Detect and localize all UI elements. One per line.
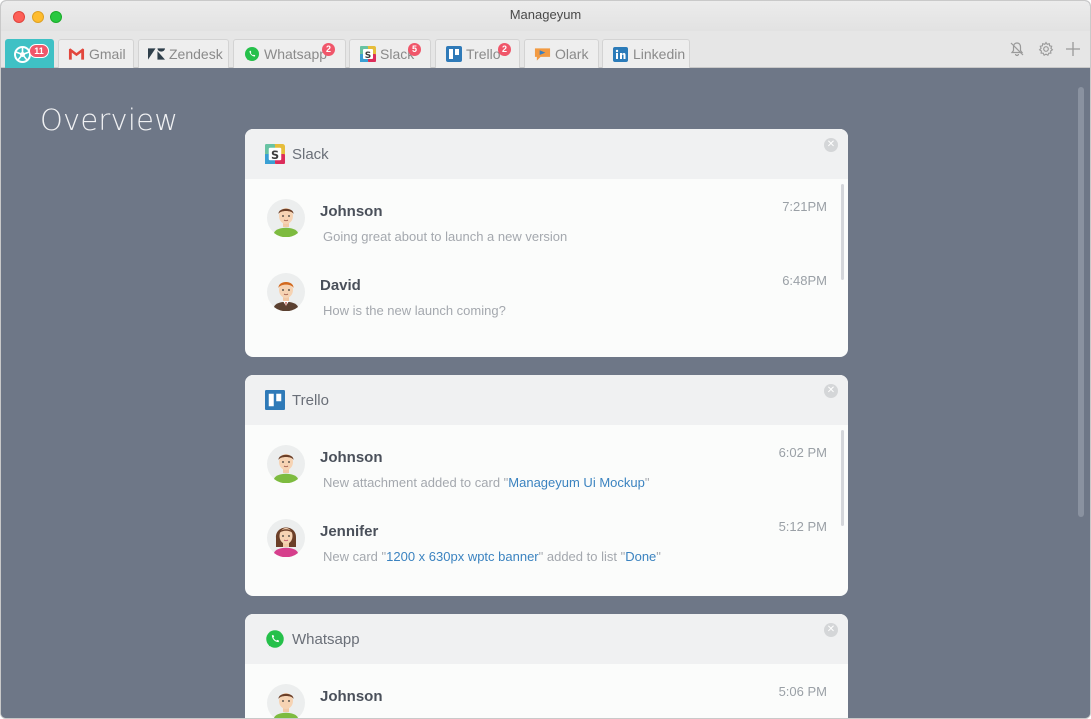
sender-name: Johnson (320, 203, 383, 220)
close-card-button[interactable]: ✕ (824, 384, 838, 398)
whatsapp-card: Whatsapp ✕ Johnson 5:06 PM (245, 614, 848, 718)
app-window: Manageyum 11 Gmail Zendesk Whatsapp 2 S … (0, 0, 1091, 719)
tab-slack[interactable]: S Slack 5 (349, 39, 431, 68)
close-card-button[interactable]: ✕ (824, 623, 838, 637)
message-item[interactable]: Johnson 5:06 PM (245, 684, 848, 718)
slack-card: S Slack ✕ Johnson Going great about to l… (245, 129, 848, 357)
message-time: 6:48PM (782, 273, 827, 288)
title-bar: Manageyum (1, 1, 1090, 31)
svg-text:S: S (364, 51, 370, 61)
tab-whatsapp[interactable]: Whatsapp 2 (233, 39, 346, 68)
message-preview: Going great about to launch a new versio… (323, 229, 567, 244)
tab-label-zendesk: Zendesk (169, 46, 223, 62)
tab-badge-slack: 5 (408, 43, 421, 56)
close-card-button[interactable]: ✕ (824, 138, 838, 152)
message-text: Going great about to launch a new versio… (323, 229, 568, 244)
card-header: Whatsapp (245, 614, 848, 664)
avatar (267, 519, 305, 558)
slack-icon: S (265, 144, 285, 164)
whatsapp-icon (243, 46, 260, 63)
tab-label-olark: Olark (555, 46, 589, 62)
message-item[interactable]: Johnson New attachment added to card "Ma… (245, 445, 848, 505)
svg-text:S: S (271, 149, 279, 162)
message-item[interactable]: David How is the new launch coming? 6:48… (245, 273, 848, 333)
card-title: Trello (292, 391, 329, 409)
zendesk-icon (148, 46, 165, 63)
tab-label-trello: Trello (466, 46, 501, 62)
card-link[interactable]: 1200 x 630px wptc banner (386, 549, 539, 564)
message-text: " added to list " (538, 549, 626, 564)
message-text: New card " (323, 549, 387, 564)
avatar (267, 273, 305, 312)
message-preview: New attachment added to card "Manageyum … (323, 475, 649, 490)
tab-home[interactable]: 11 (5, 39, 54, 68)
tab-badge-whatsapp: 2 (322, 43, 335, 56)
tab-linkedin[interactable]: Linkedin (602, 39, 690, 68)
sender-name: Jennifer (320, 523, 379, 540)
tab-label-linkedin: Linkedin (633, 46, 686, 62)
message-time: 7:21PM (782, 199, 827, 214)
message-time: 6:02 PM (778, 445, 827, 460)
message-text: How is the new launch coming? (323, 303, 506, 318)
tab-badge-trello: 2 (498, 43, 511, 56)
plus-icon[interactable] (1065, 41, 1081, 57)
card-header: S Slack (245, 129, 848, 179)
slack-icon: S (359, 46, 376, 63)
page-title: Overview (40, 103, 179, 137)
tab-label-whatsapp: Whatsapp (264, 46, 328, 62)
sender-name: Johnson (320, 688, 383, 705)
message-time: 5:06 PM (778, 684, 827, 699)
message-item[interactable]: Jennifer New card "1200 x 630px wptc ban… (245, 519, 848, 579)
tab-label-gmail: Gmail (89, 46, 126, 62)
card-link[interactable]: Manageyum Ui Mockup (508, 475, 645, 490)
trello-card: Trello ✕ Johnson New attachment added to… (245, 375, 848, 596)
tab-zendesk[interactable]: Zendesk (138, 39, 229, 68)
main-panel: Overview S Slack ✕ Johnson Going great a… (1, 69, 1090, 718)
trello-icon (445, 46, 462, 63)
message-text: " (644, 475, 650, 490)
tab-olark[interactable]: Olark (524, 39, 599, 68)
message-text: " (656, 549, 661, 564)
gear-icon[interactable] (1038, 41, 1054, 57)
message-preview: New card "1200 x 630px wptc banner" adde… (323, 549, 661, 564)
tab-bar: 11 Gmail Zendesk Whatsapp 2 S Slack 5 Tr… (1, 31, 1090, 68)
main-scrollbar[interactable] (1078, 87, 1084, 517)
avatar (267, 445, 305, 484)
bell-mute-icon[interactable] (1009, 41, 1025, 57)
whatsapp-icon (265, 629, 285, 649)
linkedin-icon (612, 46, 629, 63)
message-text: New attachment added to card " (323, 475, 509, 490)
sender-name: Johnson (320, 449, 383, 466)
trello-icon (265, 390, 285, 410)
message-item[interactable]: Johnson Going great about to launch a ne… (245, 199, 848, 259)
message-time: 5:12 PM (778, 519, 827, 534)
tab-badge-home: 11 (29, 44, 49, 58)
avatar (267, 684, 305, 718)
olark-icon (534, 46, 551, 63)
avatar (267, 199, 305, 238)
message-preview: How is the new launch coming? (323, 303, 506, 318)
card-title: Slack (292, 145, 329, 163)
card-header: Trello (245, 375, 848, 425)
list-link[interactable]: Done (625, 549, 656, 564)
tab-gmail[interactable]: Gmail (58, 39, 134, 68)
tab-trello[interactable]: Trello 2 (435, 39, 520, 68)
card-title: Whatsapp (292, 630, 360, 648)
sender-name: David (320, 277, 361, 294)
window-title: Manageyum (509, 7, 582, 22)
gmail-icon (68, 46, 85, 63)
